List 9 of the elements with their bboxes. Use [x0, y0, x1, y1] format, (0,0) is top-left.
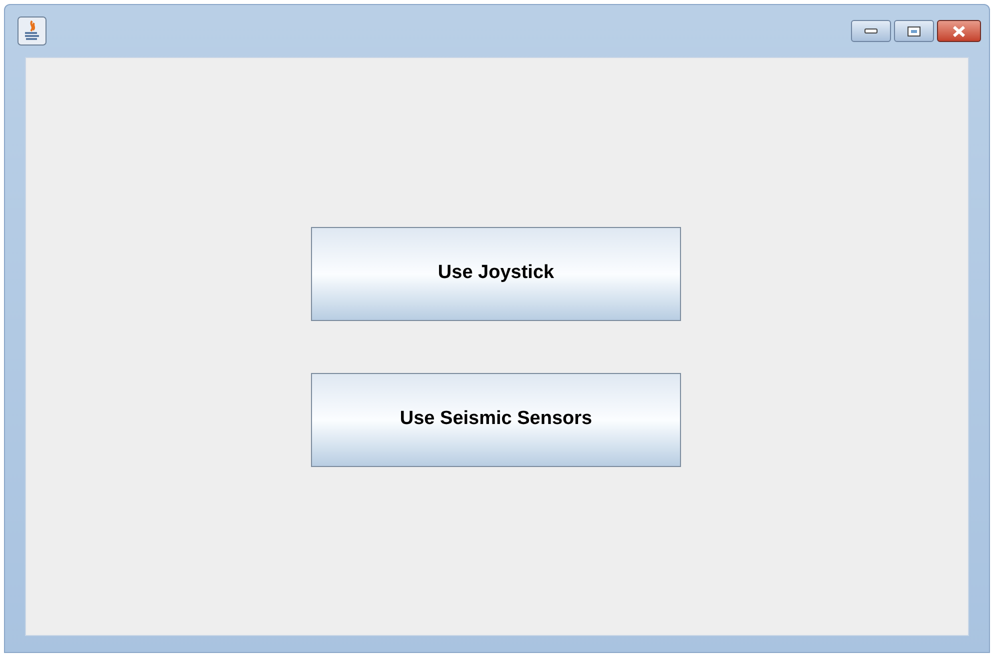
minimize-button[interactable]: [851, 20, 891, 42]
app-icon: [17, 16, 47, 46]
maximize-button[interactable]: [894, 20, 934, 42]
close-button[interactable]: [937, 20, 981, 42]
maximize-icon: [907, 26, 921, 36]
action-button[interactable]: Use Joystick: [311, 226, 681, 320]
close-icon: [952, 26, 966, 36]
minimize-icon: [864, 28, 878, 34]
action-button[interactable]: Use Seismic Sensors: [311, 372, 681, 466]
